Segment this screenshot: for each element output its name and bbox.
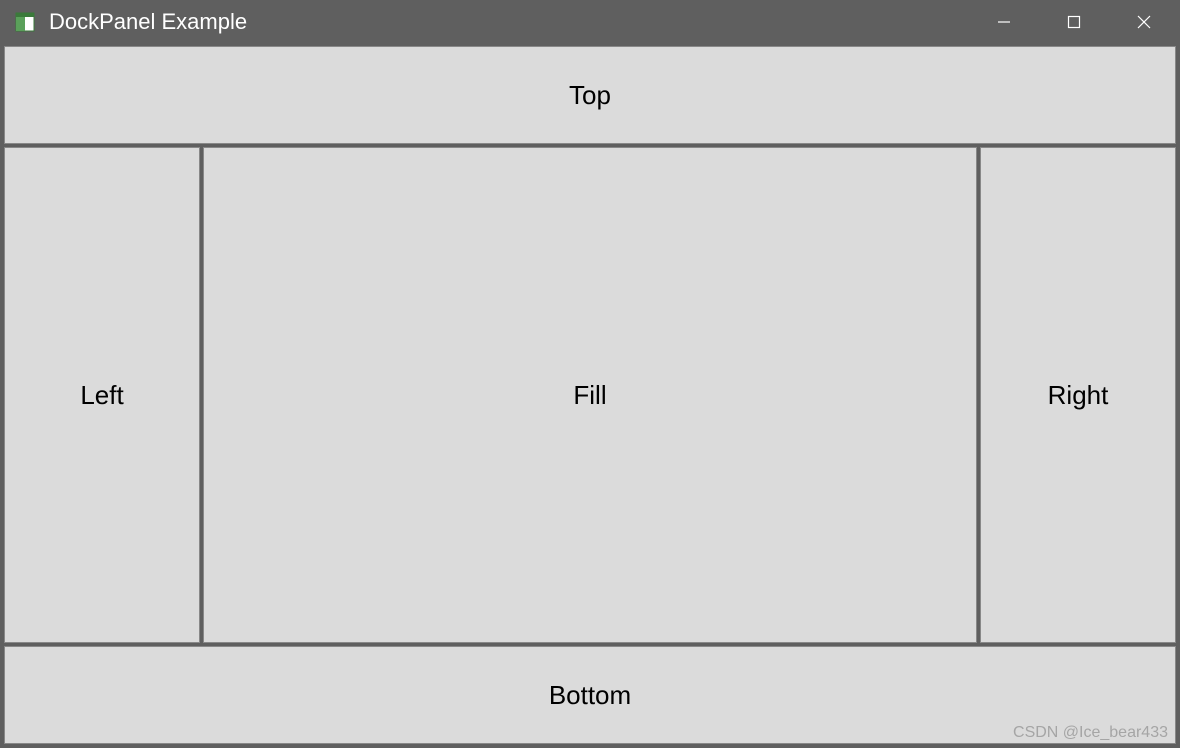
dock-panel: Top Left Fill Right Bottom: [1, 43, 1179, 747]
top-panel[interactable]: Top: [4, 46, 1176, 144]
close-button[interactable]: [1109, 1, 1179, 43]
right-panel-label: Right: [1048, 380, 1109, 411]
bottom-panel[interactable]: Bottom: [4, 646, 1176, 744]
fill-panel[interactable]: Fill: [203, 147, 977, 643]
maximize-button[interactable]: [1039, 1, 1109, 43]
app-icon: [15, 12, 35, 32]
titlebar[interactable]: DockPanel Example: [1, 1, 1179, 43]
bottom-panel-label: Bottom: [549, 680, 631, 711]
left-panel[interactable]: Left: [4, 147, 200, 643]
top-panel-label: Top: [569, 80, 611, 111]
minimize-button[interactable]: [969, 1, 1039, 43]
window-controls: [969, 1, 1179, 43]
middle-row: Left Fill Right: [4, 147, 1176, 643]
left-panel-label: Left: [80, 380, 123, 411]
right-panel[interactable]: Right: [980, 147, 1176, 643]
window-title: DockPanel Example: [49, 9, 969, 35]
fill-panel-label: Fill: [573, 380, 606, 411]
application-window: DockPanel Example Top Left Fill Ri: [0, 0, 1180, 748]
